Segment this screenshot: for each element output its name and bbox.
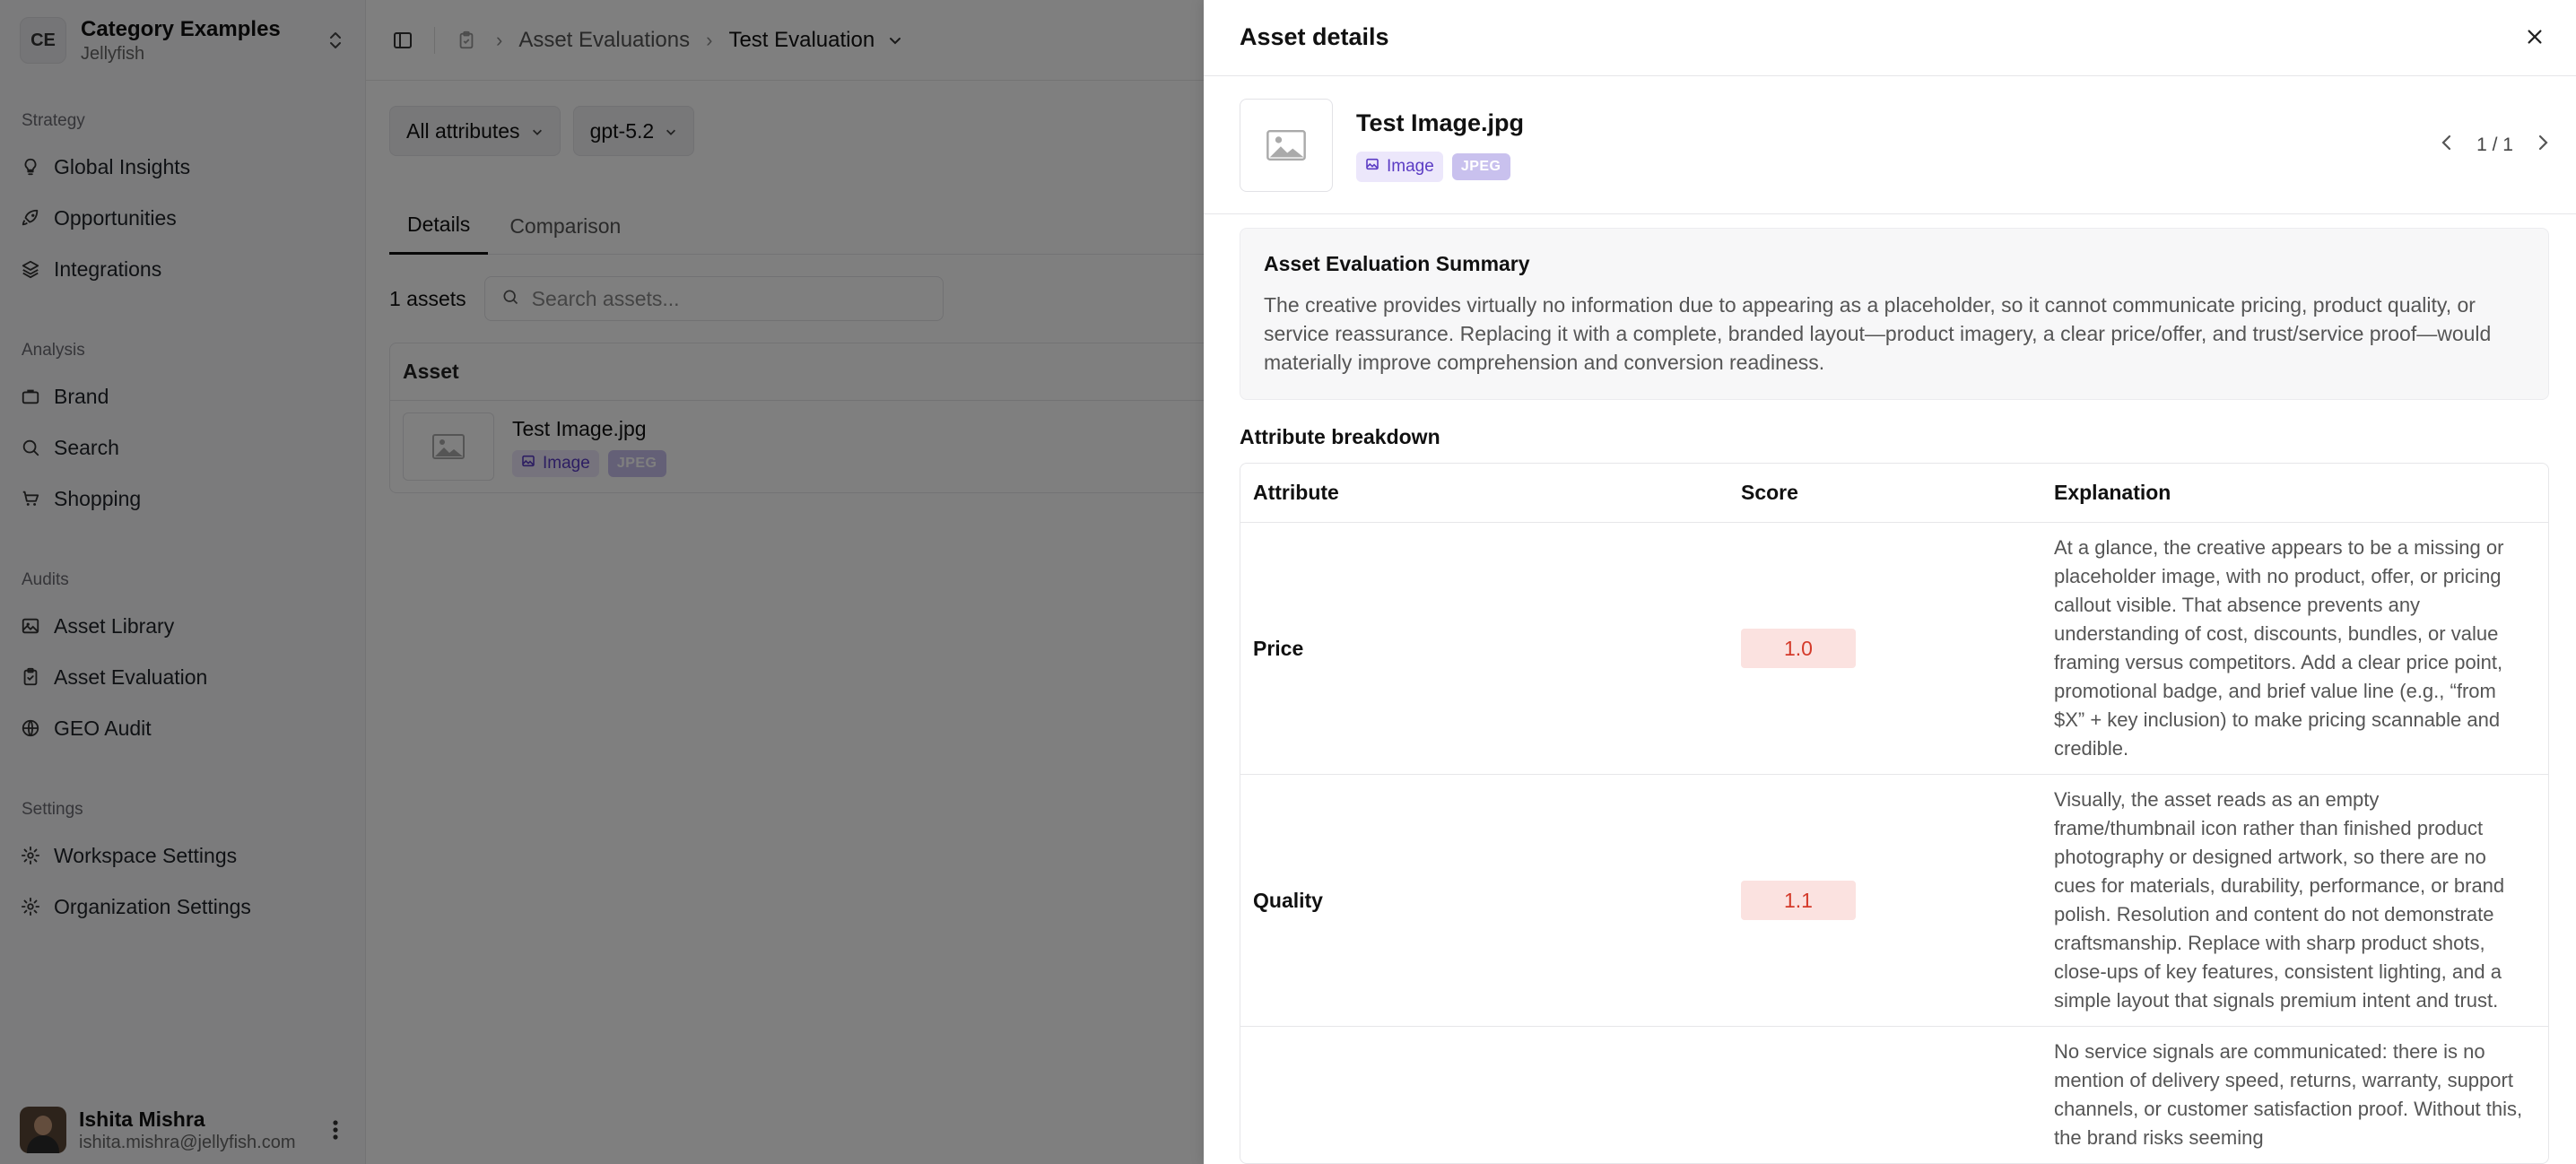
evaluation-summary: Asset Evaluation Summary The creative pr… (1240, 228, 2549, 400)
column-header-attribute: Attribute (1253, 481, 1339, 504)
score-badge: 1.1 (1741, 881, 1856, 920)
breakdown-table: Attribute Score Explanation Price 1.0 At… (1240, 463, 2549, 1164)
attribute-name: Price (1253, 636, 1304, 660)
pager: 1 / 1 (2441, 134, 2549, 157)
type-badge: Image (1356, 151, 1443, 182)
breakdown-title: Attribute breakdown (1240, 425, 1440, 448)
score-badge: 1.0 (1741, 629, 1856, 668)
column-header-explanation: Explanation (2054, 481, 2171, 504)
close-icon[interactable] (2520, 22, 2549, 51)
table-row: Price 1.0 At a glance, the creative appe… (1240, 523, 2548, 775)
divider (1204, 213, 2576, 214)
table-row: Quality 1.1 Visually, the asset reads as… (1240, 775, 2548, 1027)
type-label: Image (1387, 156, 1434, 176)
drawer-asset-name: Test Image.jpg (1356, 109, 1525, 136)
divider (1204, 75, 2576, 76)
image-icon (1365, 157, 1379, 177)
asset-header: Test Image.jpg Image JPEG 1 / 1 (1240, 99, 2549, 192)
breakdown-header: Attribute Score Explanation (1240, 464, 2548, 523)
image-placeholder-icon (1240, 99, 1333, 192)
modal-backdrop[interactable] (0, 0, 1204, 1164)
attribute-explanation: Visually, the asset reads as an empty fr… (2054, 788, 2505, 1012)
attribute-explanation: No service signals are communicated: the… (2054, 1040, 2523, 1149)
summary-text: The creative provides virtually no infor… (1264, 293, 2492, 374)
attribute-name: Quality (1253, 888, 1323, 912)
asset-details-drawer: Asset details Test Image.jpg Image JPEG (1204, 0, 2576, 1164)
attribute-explanation: At a glance, the creative appears to be … (2054, 536, 2504, 760)
drawer-title: Asset details (1240, 22, 1389, 50)
chevron-left-icon[interactable] (2441, 134, 2453, 157)
pager-label: 1 / 1 (2476, 135, 2513, 155)
column-header-score: Score (1741, 481, 1798, 504)
summary-title: Asset Evaluation Summary (1264, 252, 1530, 275)
table-row: No service signals are communicated: the… (1240, 1027, 2548, 1163)
format-badge: JPEG (1451, 152, 1510, 180)
chevron-right-icon[interactable] (2537, 134, 2549, 157)
